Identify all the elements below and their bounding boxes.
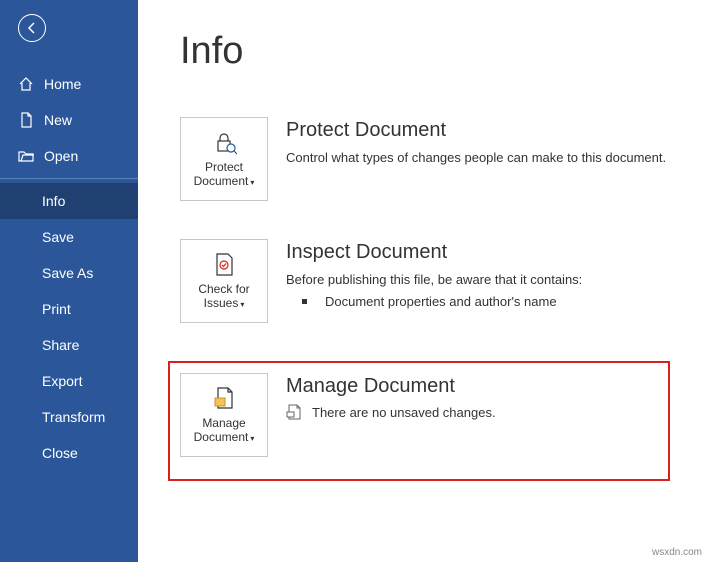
back-button[interactable] <box>18 14 46 42</box>
document-icon <box>211 386 237 412</box>
chevron-down-icon: ▾ <box>240 300 244 309</box>
tile-label: Manage Document▾ <box>183 416 265 445</box>
inspect-body: Inspect Document Before publishing this … <box>286 239 670 309</box>
sidebar-item-label: Share <box>42 337 79 353</box>
sidebar-item-label: Open <box>44 148 78 164</box>
sidebar-item-close[interactable]: Close <box>0 435 138 471</box>
manage-document-button[interactable]: Manage Document▾ <box>180 373 268 457</box>
manage-status-row: There are no unsaved changes. <box>286 404 658 420</box>
inspect-title: Inspect Document <box>286 241 670 264</box>
sidebar-item-info[interactable]: Info <box>0 183 138 219</box>
unsaved-doc-icon <box>286 404 302 420</box>
sidebar-item-new[interactable]: New <box>0 102 138 138</box>
protect-body: Protect Document Control what types of c… <box>286 117 670 168</box>
file-icon <box>18 112 34 128</box>
inspect-list: Document properties and author's name <box>286 294 670 309</box>
back-arrow-icon <box>25 21 39 35</box>
protect-document-button[interactable]: Protect Document▾ <box>180 117 268 201</box>
bullet-icon <box>302 299 307 304</box>
sidebar-item-saveas[interactable]: Save As <box>0 255 138 291</box>
list-item: Document properties and author's name <box>286 294 670 309</box>
lock-icon <box>211 130 237 156</box>
protect-section: Protect Document▾ Protect Document Contr… <box>180 117 670 201</box>
sidebar-item-transform[interactable]: Transform <box>0 399 138 435</box>
chevron-down-icon: ▾ <box>250 178 254 187</box>
main-content: Info Protect Document▾ Protect Document … <box>138 0 712 562</box>
sidebar-item-label: New <box>44 112 72 128</box>
folder-icon <box>18 148 34 164</box>
sidebar-divider <box>0 178 138 179</box>
tile-label: Check for Issues▾ <box>183 282 265 311</box>
inspect-section: Check for Issues▾ Inspect Document Befor… <box>180 239 670 323</box>
manage-status-text: There are no unsaved changes. <box>312 405 496 420</box>
home-icon <box>18 76 34 92</box>
sidebar-item-label: Info <box>42 193 65 209</box>
sidebar-item-label: Save <box>42 229 74 245</box>
page-title: Info <box>180 30 670 73</box>
sidebar-secondary: Info Save Save As Print Share Export Tra… <box>0 183 138 471</box>
sidebar-item-label: Save As <box>42 265 93 281</box>
sidebar-item-label: Home <box>44 76 81 92</box>
tile-label: Protect Document▾ <box>183 160 265 189</box>
checklist-icon <box>211 252 237 278</box>
manage-section-highlight: Manage Document▾ Manage Document There a… <box>168 361 670 481</box>
sidebar: Home New Open Info Save Save As Print Sh… <box>0 0 138 562</box>
sidebar-item-share[interactable]: Share <box>0 327 138 363</box>
protect-title: Protect Document <box>286 119 670 142</box>
sidebar-item-label: Print <box>42 301 71 317</box>
sidebar-item-save[interactable]: Save <box>0 219 138 255</box>
manage-body: Manage Document There are no unsaved cha… <box>286 373 658 420</box>
chevron-down-icon: ▾ <box>250 434 254 443</box>
manage-title: Manage Document <box>286 375 658 398</box>
sidebar-item-home[interactable]: Home <box>0 66 138 102</box>
sidebar-item-export[interactable]: Export <box>0 363 138 399</box>
sidebar-item-label: Transform <box>42 409 105 425</box>
sidebar-item-label: Close <box>42 445 78 461</box>
sidebar-item-label: Export <box>42 373 82 389</box>
list-item-text: Document properties and author's name <box>325 294 557 309</box>
sidebar-item-open[interactable]: Open <box>0 138 138 174</box>
sidebar-item-print[interactable]: Print <box>0 291 138 327</box>
inspect-desc: Before publishing this file, be aware th… <box>286 270 670 290</box>
protect-desc: Control what types of changes people can… <box>286 148 670 168</box>
watermark: wsxdn.com <box>652 547 702 558</box>
check-issues-button[interactable]: Check for Issues▾ <box>180 239 268 323</box>
